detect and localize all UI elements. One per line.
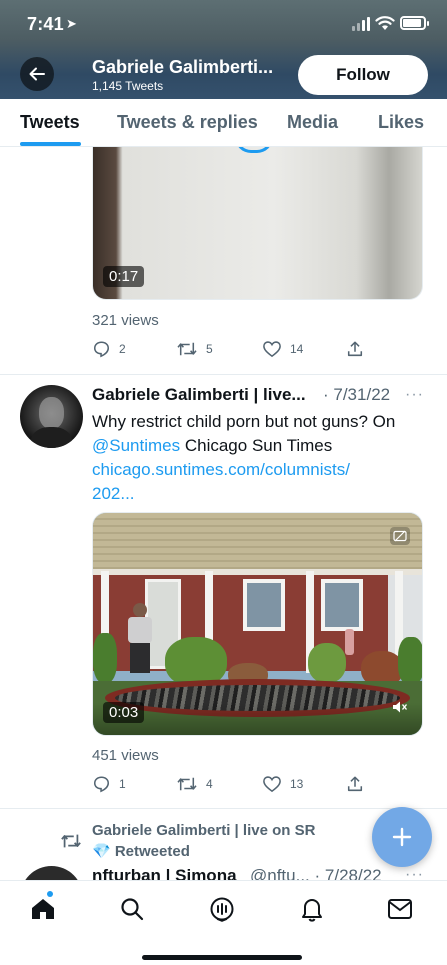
view-count: 451 views <box>92 747 159 764</box>
home-icon <box>32 899 54 919</box>
plus-icon <box>392 827 412 847</box>
tweet-actions: 2 5 14 <box>92 340 372 360</box>
article-link[interactable]: chicago.suntimes.com/columnists/ <box>92 458 432 482</box>
tweet-video[interactable]: 0:03 <box>92 512 423 736</box>
captions-off-icon[interactable] <box>390 527 410 545</box>
heart-icon <box>263 341 281 358</box>
nav-spaces[interactable] <box>208 895 236 923</box>
like-button[interactable]: 13 <box>262 775 303 793</box>
mail-icon <box>388 899 412 919</box>
notification-dot <box>47 891 53 897</box>
retweeted-by-name[interactable]: Gabriele Galimberti | live on SR <box>92 822 315 839</box>
nav-notifications[interactable] <box>298 895 326 923</box>
retweet-button[interactable]: 4 <box>176 775 213 793</box>
retweet-icon <box>177 342 197 356</box>
reply-count: 1 <box>119 777 126 791</box>
tweet-divider <box>0 808 447 809</box>
nav-search[interactable] <box>118 895 146 923</box>
tweet-video[interactable]: 0:17 <box>92 147 423 300</box>
reply-count: 2 <box>119 342 126 356</box>
tweet-count: 1,145 Tweets <box>92 79 164 93</box>
retweet-icon <box>177 777 197 791</box>
heart-icon <box>263 776 281 793</box>
location-arrow-icon: ➤ <box>66 16 77 31</box>
bottom-navigation <box>0 880 447 965</box>
status-time: 7:41 <box>27 14 64 34</box>
retweet-count: 4 <box>206 777 213 791</box>
tab-likes[interactable]: Likes <box>378 112 424 133</box>
share-button[interactable] <box>346 775 372 793</box>
compose-tweet-button[interactable] <box>372 807 432 867</box>
tab-media[interactable]: Media <box>287 112 338 133</box>
active-tab-indicator <box>20 142 81 146</box>
reply-icon <box>93 341 110 358</box>
like-count: 13 <box>290 777 304 791</box>
like-count: 14 <box>290 342 304 356</box>
reply-button[interactable]: 1 <box>92 775 126 793</box>
battery-icon <box>400 16 429 30</box>
nav-home[interactable] <box>29 895 57 923</box>
tweet-text: Why restrict child porn but not guns? On… <box>92 410 432 506</box>
video-duration: 0:03 <box>103 702 145 723</box>
like-button[interactable]: 14 <box>262 340 303 358</box>
tab-tweets[interactable]: Tweets <box>20 112 80 133</box>
back-button[interactable] <box>20 57 54 91</box>
profile-header-banner: 7:41 ➤ Gabriele Galimberti... 1,145 Twee… <box>0 0 447 99</box>
share-button[interactable] <box>346 340 372 358</box>
retweet-icon <box>61 834 81 848</box>
share-icon <box>347 776 363 792</box>
tweet-text-source: Chicago Sun Times <box>180 436 333 455</box>
status-bar: 7:41 ➤ <box>0 0 447 50</box>
tweet-text-line: Why restrict child porn but not guns? On <box>92 412 396 431</box>
tweet-date: · 7/31/22 <box>323 385 391 404</box>
tweet-divider <box>0 374 447 375</box>
article-link-continued[interactable]: 202... <box>92 482 432 506</box>
follow-button[interactable]: Follow <box>298 55 428 95</box>
tweet-actions: 1 4 13 <box>92 775 372 795</box>
reply-button[interactable]: 2 <box>92 340 126 358</box>
mute-icon[interactable] <box>392 700 408 719</box>
back-arrow-icon <box>29 67 45 81</box>
cellular-signal-icon <box>352 17 372 31</box>
bell-icon <box>302 899 322 922</box>
wifi-icon <box>375 16 395 30</box>
tweet-author[interactable]: Gabriele Galimberti | live... <box>92 385 306 405</box>
reply-icon <box>93 776 110 793</box>
mention-link[interactable]: @Suntimes <box>92 436 180 455</box>
tweet-text-line-2: @Suntimes Chicago Sun Times <box>92 434 432 458</box>
nav-messages[interactable] <box>386 895 414 923</box>
home-indicator <box>142 955 302 960</box>
retweet-count: 5 <box>206 342 213 356</box>
tab-tweets-and-replies[interactable]: Tweets & replies <box>117 112 258 133</box>
profile-name: Gabriele Galimberti... <box>92 57 274 77</box>
video-duration: 0:17 <box>103 266 145 287</box>
avatar[interactable] <box>20 385 83 448</box>
search-icon <box>121 898 144 921</box>
share-icon <box>347 341 363 357</box>
retweet-button[interactable]: 5 <box>176 340 213 358</box>
profile-tabs: Tweets Tweets & replies Media Likes <box>0 99 447 147</box>
spaces-icon <box>210 897 234 922</box>
view-count: 321 views <box>92 312 159 329</box>
retweeted-label: 💎 Retweeted <box>92 843 190 860</box>
more-options-icon[interactable]: ··· <box>405 386 424 404</box>
